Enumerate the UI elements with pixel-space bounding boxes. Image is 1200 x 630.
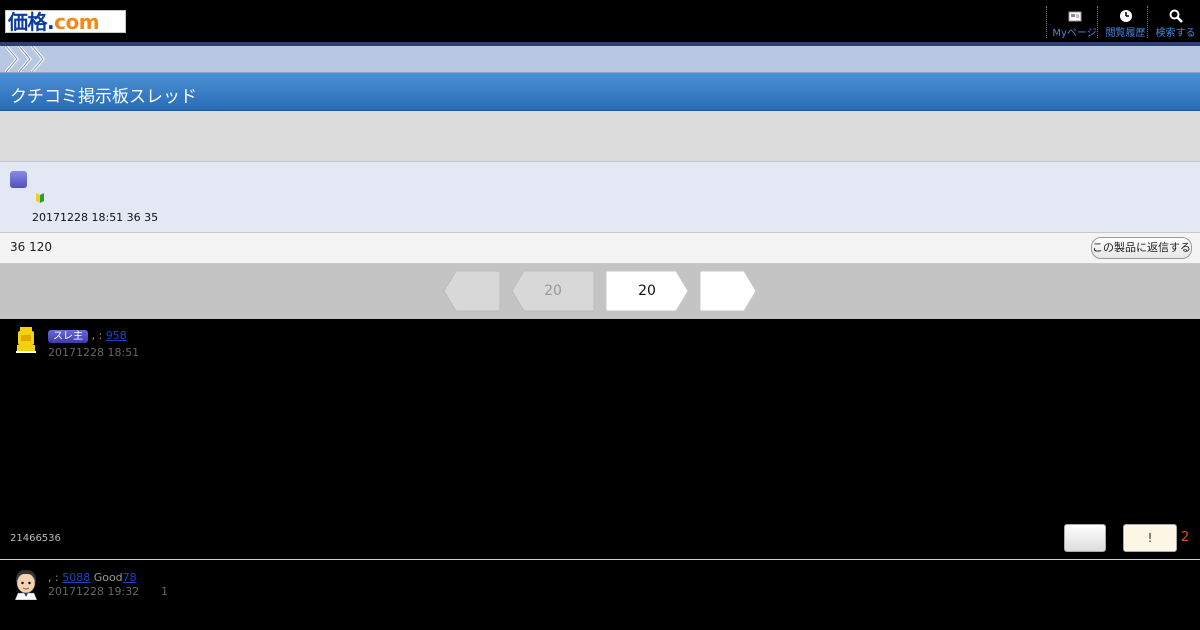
pager-prev-button[interactable]: [443, 270, 501, 312]
post-item: , : 5088 Good78 20171228 19:32 1: [0, 560, 1200, 630]
helpful-button[interactable]: !: [1123, 524, 1177, 552]
logo-text-com: com: [54, 9, 100, 34]
my-page-icon: [1047, 8, 1102, 22]
pager: 20 20: [0, 264, 1200, 319]
logo-text-dot: .: [47, 9, 55, 34]
reply-count-bar: 36 120 この製品に返信する: [0, 233, 1200, 264]
nav-history[interactable]: 閲覧履歴: [1097, 6, 1153, 39]
post-separator: , :: [91, 329, 103, 342]
thread-owner-badge: スレ主: [48, 330, 88, 343]
nav-search[interactable]: 検索する: [1147, 6, 1200, 39]
pager-first-button[interactable]: 20: [511, 270, 595, 312]
nav-search-label: 検索する: [1155, 28, 1196, 39]
site-header: 価格. com Myページ 閲覧履歴 検索する: [0, 0, 1200, 42]
helpful-count: 2: [1181, 530, 1190, 545]
nav-my-page-label: Myページ: [1052, 28, 1097, 39]
post-date: 20171228 19:32: [48, 585, 140, 598]
post-date: 20171228 18:51: [48, 346, 140, 359]
pager-next-button[interactable]: [699, 270, 757, 312]
post-author-line: , : 5088 Good78: [48, 571, 137, 584]
user-avatar-icon[interactable]: [15, 327, 37, 353]
user-avatar-icon[interactable]: [12, 568, 40, 600]
logo-text-main: 価格: [8, 9, 48, 34]
site-logo[interactable]: 価格. com: [5, 10, 126, 33]
good-count-link[interactable]: 78: [123, 571, 137, 584]
reply-count: 36 120: [10, 240, 52, 254]
page-title: クチコミ掲示板スレッド: [10, 87, 197, 107]
thread-title-bar: クチコミ掲示板スレッド: [0, 73, 1200, 111]
beginner-mark-icon: [36, 193, 44, 203]
reply-number: 1: [161, 585, 168, 598]
thread-info: 20171228 18:51 36 35: [0, 162, 1200, 233]
post-author-line: スレ主 , : 958: [48, 329, 127, 343]
breadcrumb-chevrons-icon[interactable]: [0, 46, 50, 72]
post-separator: , :: [48, 571, 59, 584]
ad-area: [0, 111, 1200, 162]
pager-current-button[interactable]: 20: [605, 270, 689, 312]
search-icon: [1148, 8, 1200, 23]
thread-posted-meta: 20171228 18:51 36 35: [32, 211, 159, 224]
post-action-button[interactable]: [1064, 524, 1106, 552]
post-id: 21466536: [10, 533, 61, 544]
nav-history-label: 閲覧履歴: [1105, 28, 1146, 39]
nav-my-page[interactable]: Myページ: [1046, 6, 1102, 39]
thread-category-icon: [10, 171, 27, 188]
good-label: Good: [93, 571, 123, 584]
breadcrumb: [0, 46, 1200, 73]
history-icon: [1098, 8, 1153, 22]
post-count-link[interactable]: 958: [106, 329, 127, 342]
post-count-link[interactable]: 5088: [62, 571, 90, 584]
reply-button[interactable]: この製品に返信する: [1091, 237, 1192, 259]
pager-current-label: 20: [638, 283, 656, 299]
post-item: スレ主 , : 958 20171228 18:51 21466536 ! 2: [0, 320, 1200, 559]
pager-first-label: 20: [544, 283, 562, 299]
